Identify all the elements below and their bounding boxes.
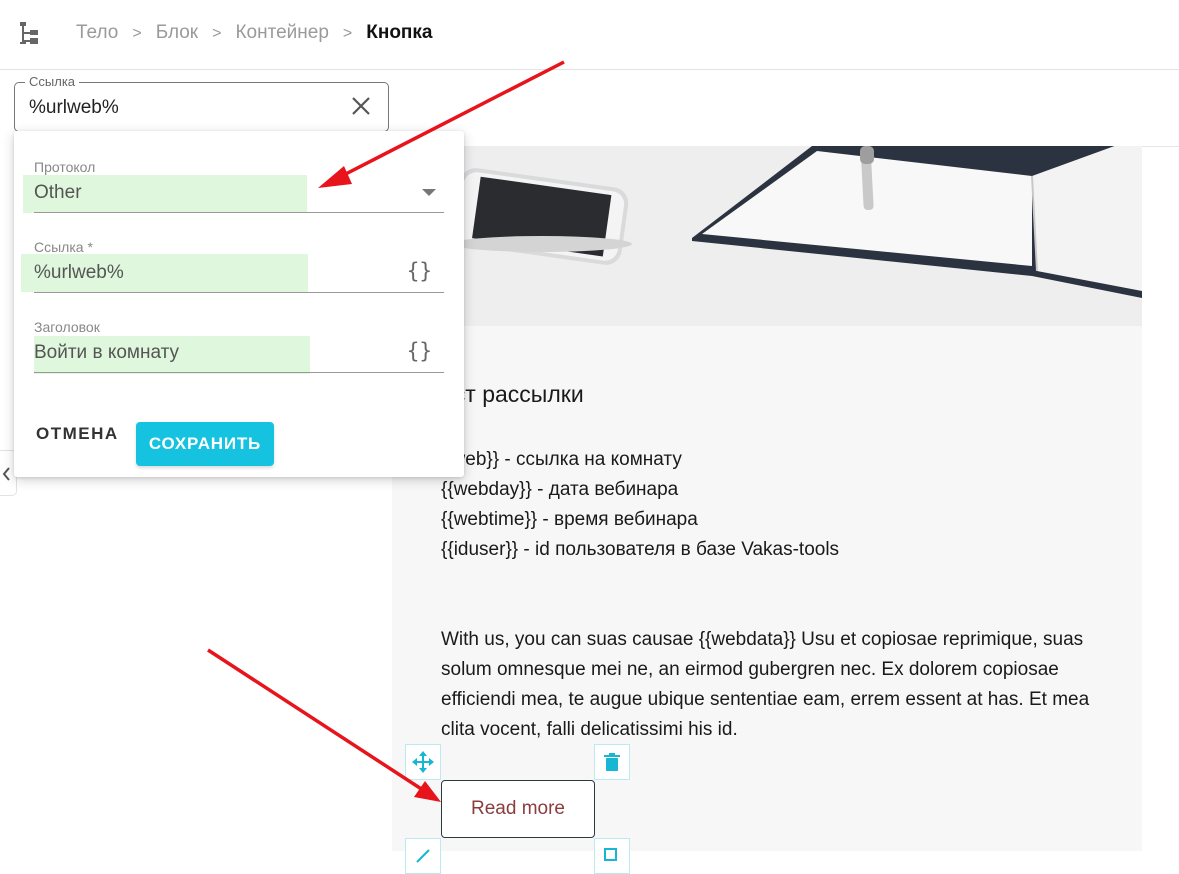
hero-image [392,146,1142,326]
breadcrumb-item-block[interactable]: Блок [156,22,198,44]
title-input-group: Заголовок Войти в комнату {} [34,319,444,374]
link-settings-popup: Протокол Other Ссылка * %urlweb% {} Заго… [14,131,464,477]
copy-handle[interactable] [594,838,630,874]
copy-icon [604,848,617,861]
content-var-line: {{iduser}} - id пользователя в базе Vaka… [441,539,840,560]
variables-braces-icon[interactable]: {} [407,259,432,283]
link-field-value[interactable]: %urlweb% [29,97,119,119]
breadcrumb-separator: > [212,25,222,42]
content-paragraph: With us, you can suas causae {{webdata}}… [441,629,1090,740]
cancel-button[interactable]: ОТМЕНА [36,424,119,444]
chevron-down-icon[interactable] [422,189,436,196]
chevron-left-icon [2,467,10,481]
breadcrumb-separator: > [342,25,353,42]
tree-structure-icon[interactable] [18,22,44,46]
link-field[interactable]: Ссылка %urlweb% [14,74,389,132]
breadcrumb-bar: Тело > Блок > Контейнер > Кнопка [0,0,1179,70]
title-input[interactable]: Войти в комнату [34,342,179,364]
breadcrumb-item-body[interactable]: Тело [76,22,118,44]
save-button[interactable]: СОХРАНИТЬ [136,422,274,466]
breadcrumb-current: Кнопка [366,22,433,43]
link-label: Ссылка * [34,239,93,255]
variables-braces-icon[interactable]: {} [407,339,432,363]
resize-icon [416,849,430,863]
link-input-group: Ссылка * %urlweb% {} [21,239,444,293]
protocol-value[interactable]: Other [34,182,82,204]
trash-icon [604,753,620,771]
content-var-line: rlweb}} - ссылка на комнату [441,449,682,470]
protocol-select[interactable]: Протокол Other [23,159,444,213]
delete-handle[interactable] [594,744,630,780]
content-var-line: {{webday}} - дата вебинара [441,479,679,500]
move-handle[interactable] [405,744,441,780]
link-input[interactable]: %urlweb% [34,262,124,284]
move-icon [412,751,434,773]
field-underline [34,372,444,373]
hero-illustration [392,146,1142,326]
field-underline [34,292,444,293]
close-icon[interactable] [350,95,372,117]
read-more-button[interactable]: Read more [441,780,595,838]
resize-handle[interactable] [405,838,441,874]
breadcrumb-separator: > [132,25,142,42]
protocol-label: Протокол [34,159,96,175]
breadcrumb: Тело > Блок > Контейнер > Кнопка [76,22,432,44]
breadcrumb-item-container[interactable]: Контейнер [235,22,328,44]
link-field-label: Ссылка [25,74,80,89]
field-underline [34,212,444,213]
content-var-line: {{webtime}} - время вебинара [441,509,698,530]
title-label: Заголовок [34,319,100,335]
